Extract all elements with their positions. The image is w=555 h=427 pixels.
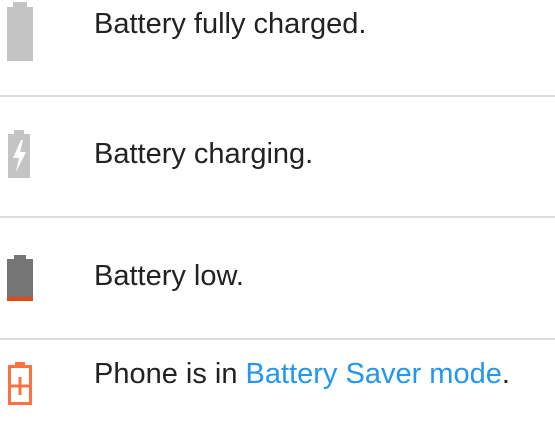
battery-low-icon [0, 255, 40, 315]
battery-saver-text-after: . [501, 358, 510, 390]
battery-full-label: Battery fully charged. [94, 8, 367, 40]
battery-saver-text-before: Phone is in [94, 358, 246, 390]
battery-saver-icon [0, 362, 40, 422]
battery-charging-label: Battery charging. [94, 138, 314, 170]
battery-charging-icon [0, 130, 40, 190]
list-item-battery-full: Battery fully charged. [0, 0, 555, 95]
list-item-battery-low: Battery low. [0, 218, 555, 338]
list-item-battery-saver: Phone is in Battery Saver mode. [0, 340, 555, 425]
battery-low-label: Battery low. [94, 260, 244, 292]
battery-status-list: Battery fully charged. Battery charging.… [0, 0, 555, 425]
battery-saver-label: Phone is in Battery Saver mode. [94, 357, 510, 391]
battery-saver-mode-link[interactable]: Battery Saver mode [246, 358, 502, 390]
list-item-battery-charging: Battery charging. [0, 97, 555, 216]
battery-full-icon [0, 2, 40, 62]
